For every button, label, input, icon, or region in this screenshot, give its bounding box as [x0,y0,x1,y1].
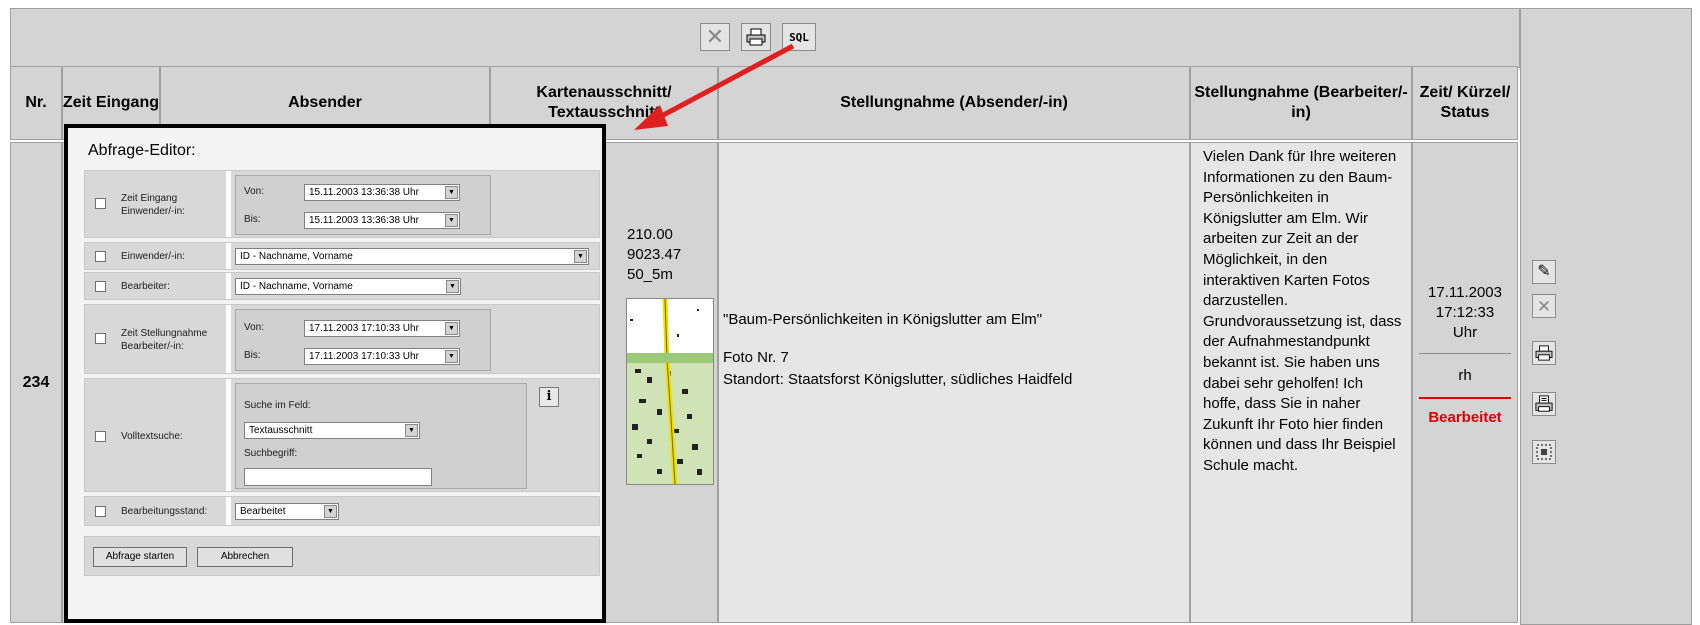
annotation-arrow [634,43,795,130]
